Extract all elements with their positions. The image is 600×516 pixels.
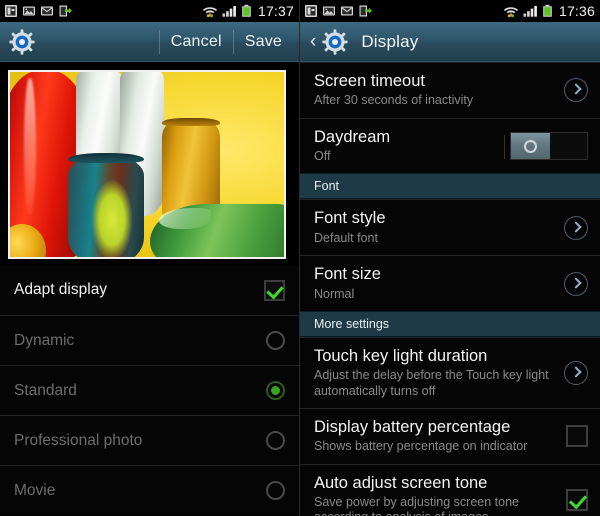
file-transfer-icon bbox=[359, 5, 372, 17]
row-subtitle: Save power by adjusting screen tone acco… bbox=[314, 495, 519, 516]
display-settings-list: Screen timeout After 30 seconds of inact… bbox=[300, 62, 600, 516]
list-item-professional-photo[interactable]: Professional photo bbox=[0, 415, 299, 465]
row-title: Screen timeout bbox=[314, 72, 425, 90]
left-notification-icons bbox=[4, 4, 73, 18]
right-action-bar: ‹ Display bbox=[300, 22, 600, 62]
mail-icon bbox=[341, 6, 353, 16]
mail-icon bbox=[41, 6, 53, 16]
list-item-label: Standard bbox=[14, 381, 77, 399]
file-transfer-icon bbox=[59, 5, 72, 17]
right-clock: 17:36 bbox=[558, 3, 595, 19]
list-item-dynamic[interactable]: Dynamic bbox=[0, 315, 299, 365]
settings-row-font-style[interactable]: Font style Default font bbox=[300, 199, 600, 256]
gallery-image-icon bbox=[323, 6, 335, 16]
list-item-standard[interactable]: Standard bbox=[0, 365, 299, 415]
settings-row-touch-key-light-duration[interactable]: Touch key light duration Adjust the dela… bbox=[300, 336, 600, 408]
auto-adjust-screen-tone-checkbox[interactable] bbox=[566, 488, 588, 511]
row-text: Screen timeout After 30 seconds of inact… bbox=[314, 72, 564, 109]
row-text: Font size Normal bbox=[314, 265, 564, 302]
chevron-right-icon[interactable] bbox=[564, 215, 588, 240]
row-text: Touch key light duration Adjust the dela… bbox=[314, 347, 564, 399]
signal-bars-icon bbox=[523, 6, 537, 17]
right-notification-icons bbox=[304, 4, 373, 18]
left-clock: 17:37 bbox=[257, 3, 294, 19]
list-item-label: Professional photo bbox=[14, 431, 143, 449]
settings-row-screen-timeout[interactable]: Screen timeout After 30 seconds of inact… bbox=[300, 62, 600, 118]
settings-row-display-battery-percentage[interactable]: Display battery percentage Shows battery… bbox=[300, 407, 600, 464]
cancel-button[interactable]: Cancel bbox=[160, 29, 233, 55]
toggle-knob bbox=[511, 133, 550, 160]
wifi-icon bbox=[503, 7, 519, 18]
list-item-movie[interactable]: Movie bbox=[0, 465, 299, 515]
dynamic-radio[interactable] bbox=[266, 331, 285, 350]
display-mode-list: Adapt display Dynamic Standard Professio… bbox=[0, 265, 299, 515]
section-header-more-settings: More settings bbox=[300, 310, 600, 337]
page-title: Display bbox=[361, 31, 419, 51]
battery-icon bbox=[543, 4, 552, 17]
right-status-bar: 17:36 bbox=[300, 0, 600, 22]
row-subtitle: Shows battery percentage on indicator bbox=[314, 439, 528, 454]
chevron-right-icon[interactable] bbox=[564, 78, 588, 103]
adapt-display-checkbox[interactable] bbox=[264, 279, 285, 301]
display-preview-image bbox=[8, 70, 286, 259]
movie-radio[interactable] bbox=[266, 481, 285, 500]
daydream-toggle[interactable] bbox=[504, 132, 588, 161]
row-title: Font size bbox=[314, 265, 381, 284]
left-action-bar: Cancel Save bbox=[0, 22, 299, 62]
wifi-icon bbox=[202, 7, 218, 18]
left-screen-adapt-display: 17:37 Cancel Save Adapt display Dynamic … bbox=[0, 0, 300, 516]
section-label: Font bbox=[314, 179, 340, 194]
list-item-label: Adapt display bbox=[14, 281, 108, 298]
row-subtitle: Off bbox=[314, 149, 331, 164]
signal-bars-icon bbox=[222, 6, 236, 17]
settings-row-daydream[interactable]: Daydream Off bbox=[300, 117, 600, 174]
settings-gear-icon bbox=[8, 28, 36, 56]
save-button[interactable]: Save bbox=[234, 29, 293, 55]
settings-row-font-size[interactable]: Font size Normal bbox=[300, 255, 600, 311]
preview-container bbox=[0, 62, 299, 265]
row-title: Auto adjust screen tone bbox=[314, 473, 488, 492]
list-item-label: Dynamic bbox=[14, 331, 75, 349]
row-subtitle: After 30 seconds of inactivity bbox=[314, 93, 474, 108]
list-item-label: Movie bbox=[14, 481, 56, 499]
section-label: More settings bbox=[314, 316, 390, 331]
row-text: Auto adjust screen tone Save power by ad… bbox=[314, 474, 566, 516]
left-status-bar: 17:37 bbox=[0, 0, 299, 22]
sd-card-icon bbox=[305, 5, 317, 17]
preview-vase-multicolor bbox=[68, 153, 144, 257]
settings-row-auto-adjust-screen-tone[interactable]: Auto adjust screen tone Save power by ad… bbox=[300, 463, 600, 516]
right-screen-display-settings: 17:36 ‹ Display Screen timeout After 30 … bbox=[300, 0, 600, 516]
row-text: Display battery percentage Shows battery… bbox=[314, 418, 566, 455]
list-item-adapt-display[interactable]: Adapt display bbox=[0, 265, 299, 315]
standard-radio[interactable] bbox=[266, 381, 285, 400]
left-action-buttons: Cancel Save bbox=[158, 22, 293, 61]
back-chevron-icon[interactable]: ‹ bbox=[308, 32, 321, 51]
row-title: Touch key light duration bbox=[314, 346, 488, 365]
gallery-image-icon bbox=[23, 6, 35, 16]
row-subtitle: Default font bbox=[314, 230, 378, 245]
row-text: Daydream Off bbox=[314, 128, 510, 165]
row-title: Font style bbox=[314, 209, 386, 228]
section-header-font: Font bbox=[300, 173, 600, 200]
professional-photo-radio[interactable] bbox=[266, 431, 285, 450]
battery-icon bbox=[242, 4, 251, 17]
row-text: Font style Default font bbox=[314, 209, 564, 246]
toggle-knob-ring bbox=[524, 139, 537, 153]
dual-screenshot-container: 17:37 Cancel Save Adapt display Dynamic … bbox=[0, 0, 600, 516]
row-title: Daydream bbox=[314, 127, 391, 146]
preview-bowl-green bbox=[150, 204, 284, 257]
right-system-icons: 17:36 bbox=[503, 3, 595, 19]
left-system-icons: 17:37 bbox=[202, 3, 294, 19]
row-subtitle: Adjust the delay before the Touch key li… bbox=[314, 368, 549, 398]
sd-card-icon bbox=[5, 5, 17, 17]
chevron-right-icon[interactable] bbox=[564, 271, 588, 296]
toggle-divider bbox=[504, 135, 505, 160]
chevron-right-icon[interactable] bbox=[564, 360, 588, 385]
display-battery-percentage-checkbox[interactable] bbox=[566, 425, 588, 448]
row-title: Display battery percentage bbox=[314, 417, 511, 436]
row-subtitle: Normal bbox=[314, 286, 355, 301]
settings-gear-icon bbox=[321, 28, 349, 56]
